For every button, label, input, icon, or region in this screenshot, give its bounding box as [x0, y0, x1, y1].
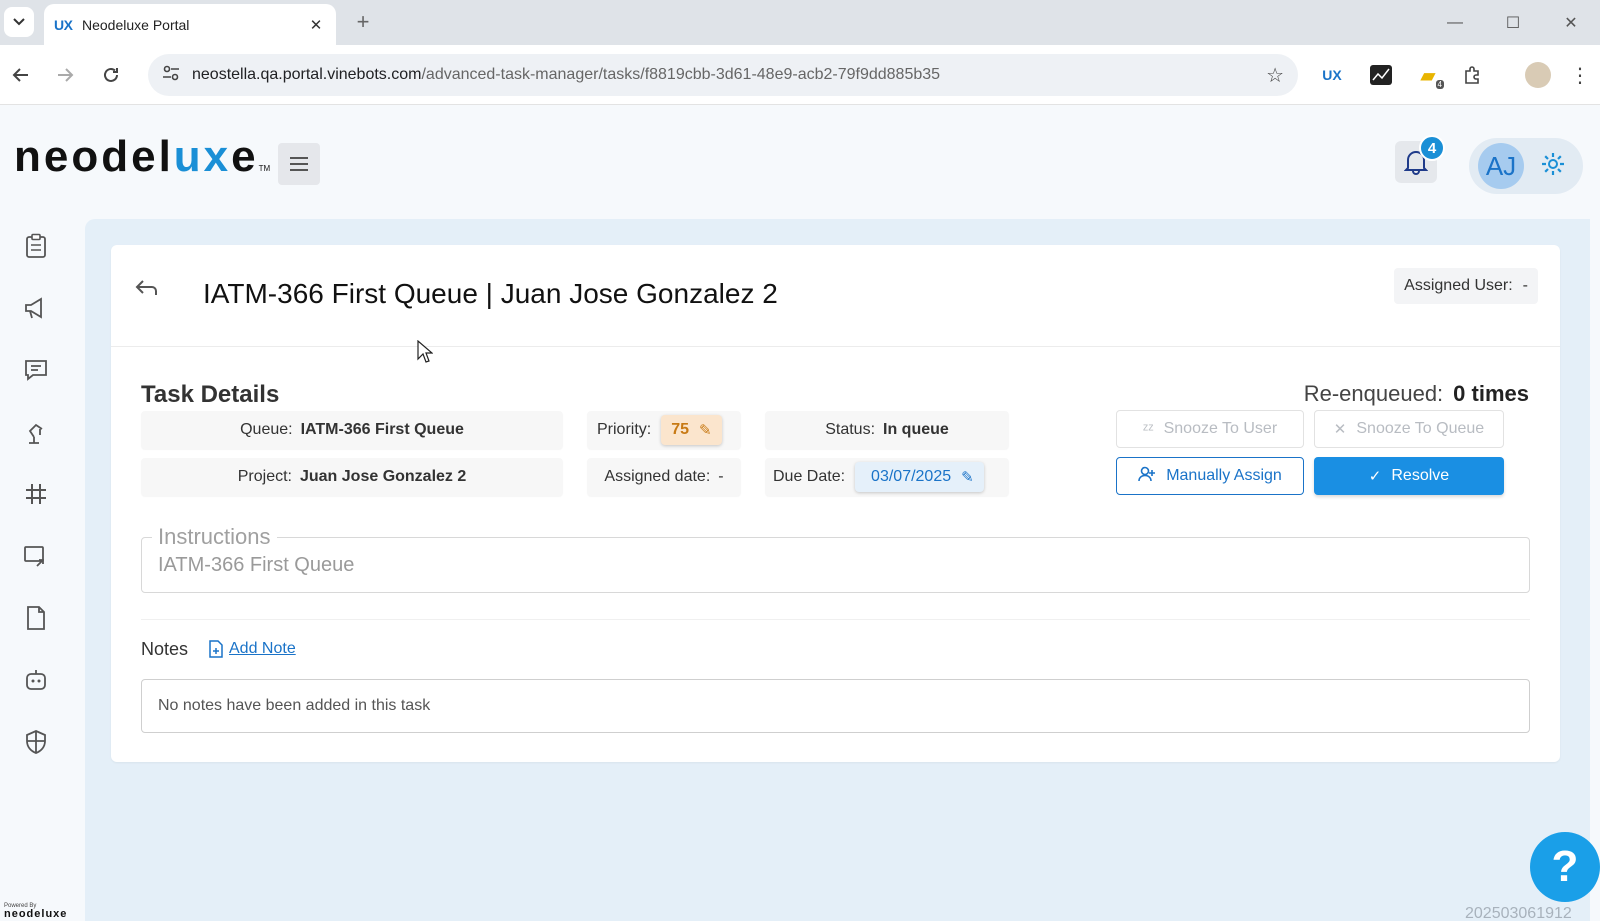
- manually-assign-button[interactable]: Manually Assign: [1116, 457, 1304, 495]
- robot-arm-icon: [28, 423, 43, 444]
- due-date-field: Due Date: 03/07/2025 ✎: [765, 458, 1009, 496]
- maximize-button[interactable]: ☐: [1484, 0, 1542, 45]
- ux-extension-icon[interactable]: UX: [1316, 59, 1348, 91]
- page-title: IATM-366 First Queue | Juan Jose Gonzale…: [203, 278, 778, 309]
- bot-face-icon: [26, 670, 46, 690]
- tab-list-dropdown[interactable]: [4, 7, 34, 37]
- forward-button[interactable]: [50, 60, 80, 90]
- add-user-icon: [1138, 466, 1156, 486]
- due-date-chip[interactable]: 03/07/2025 ✎: [855, 462, 984, 492]
- notification-count-badge: 4: [1419, 135, 1445, 161]
- sidebar-item-security[interactable]: [20, 726, 52, 758]
- shield-icon: [26, 730, 46, 754]
- chevron-down-icon: [13, 18, 25, 26]
- sidebar-item-bots[interactable]: [20, 664, 52, 696]
- puzzle-icon[interactable]: [1457, 59, 1489, 91]
- hamburger-icon: [290, 157, 308, 171]
- bookmark-star-icon[interactable]: ☆: [1266, 63, 1284, 88]
- resolve-button[interactable]: ✓ Resolve: [1314, 457, 1504, 495]
- instructions-label: Instructions: [152, 524, 277, 550]
- address-bar-row: neostella.qa.portal.vinebots.com/advance…: [0, 45, 1600, 105]
- status-field: Status: In queue: [765, 411, 1009, 449]
- back-arrow-icon[interactable]: [134, 279, 162, 307]
- document-icon: [27, 606, 45, 630]
- arrow-right-icon: [58, 68, 74, 82]
- assigned-date-field: Assigned date: -: [587, 458, 741, 496]
- close-tab-icon[interactable]: ✕: [306, 16, 326, 34]
- close-icon: ✕: [1333, 421, 1347, 438]
- browser-tab-bar: UX Neodeluxe Portal ✕ + — ☐ ✕: [0, 0, 1600, 45]
- megaphone-icon: [25, 297, 42, 319]
- task-header: IATM-366 First Queue | Juan Jose Gonzale…: [111, 245, 1560, 347]
- add-file-icon: [209, 640, 223, 658]
- mouse-cursor-icon: [417, 340, 433, 363]
- url-bar[interactable]: neostella.qa.portal.vinebots.com/advance…: [148, 54, 1298, 96]
- notes-list: No notes have been added in this task: [141, 679, 1530, 733]
- reenqueued-count: Re-enqueued: 0 times: [1303, 381, 1529, 406]
- hamburger-menu-button[interactable]: [278, 143, 320, 185]
- snooze-icon: ᶻᶻ: [1142, 420, 1154, 438]
- gear-icon[interactable]: [1537, 148, 1569, 180]
- add-note-link[interactable]: Add Note: [209, 640, 296, 658]
- neodeluxe-logo: neodeluxeTM: [14, 132, 271, 181]
- window-controls: — ☐ ✕: [1426, 0, 1600, 45]
- minimize-button[interactable]: —: [1426, 0, 1484, 45]
- edit-due-date-icon[interactable]: ✎: [961, 468, 974, 486]
- edit-priority-icon[interactable]: ✎: [699, 421, 712, 439]
- grid-icon: [26, 484, 46, 504]
- sidebar-item-documents[interactable]: [20, 602, 52, 634]
- sidebar-item-automation[interactable]: [20, 416, 52, 448]
- instructions-field: Instructions IATM-366 First Queue: [141, 524, 1530, 593]
- assigned-user-badge: Assigned User: -: [1394, 268, 1538, 304]
- graph-extension-icon[interactable]: [1370, 65, 1392, 85]
- task-card: IATM-366 First Queue | Juan Jose Gonzale…: [111, 245, 1560, 762]
- profile-icon[interactable]: [1525, 62, 1551, 88]
- new-tab-button[interactable]: +: [350, 10, 376, 36]
- reload-button[interactable]: [96, 60, 126, 90]
- notes-title: Notes: [141, 639, 189, 659]
- divider: [141, 619, 1530, 620]
- check-icon: ✓: [1368, 468, 1382, 485]
- sidebar-item-campaigns[interactable]: [20, 292, 52, 324]
- close-window-button[interactable]: ✕: [1542, 0, 1600, 45]
- clipboard-icon: [26, 233, 46, 258]
- url-text: neostella.qa.portal.vinebots.com/advance…: [192, 66, 941, 83]
- help-button[interactable]: ?: [1530, 832, 1600, 902]
- arrow-left-icon: [12, 68, 28, 82]
- browser-tab[interactable]: UX Neodeluxe Portal ✕: [44, 4, 336, 45]
- snooze-to-queue-button[interactable]: ✕ Snooze To Queue: [1314, 410, 1504, 448]
- tab-title: Neodeluxe Portal: [82, 16, 190, 33]
- folder-extension-icon[interactable]: ▰ 4: [1412, 59, 1444, 91]
- chat-icon: [25, 360, 47, 381]
- instructions-value: IATM-366 First Queue: [158, 554, 355, 576]
- snooze-to-user-button[interactable]: ᶻᶻ Snooze To User: [1116, 410, 1304, 448]
- task-details-title: Task Details: [141, 381, 280, 408]
- priority-chip[interactable]: 75 ✎: [661, 415, 722, 445]
- screen-share-icon: [24, 546, 44, 567]
- favicon-icon: UX: [54, 16, 73, 33]
- queue-field: Queue: IATM-366 First Queue: [141, 411, 563, 449]
- back-button[interactable]: [6, 60, 36, 90]
- version-label: 202503061912: [1465, 905, 1572, 921]
- powered-by: Powered By neodeluxe: [4, 903, 68, 920]
- avatar[interactable]: AJ: [1478, 143, 1524, 189]
- sidebar-item-grid[interactable]: [20, 478, 52, 510]
- sidebar: [0, 220, 84, 920]
- sidebar-item-screen-share[interactable]: [20, 540, 52, 572]
- project-field: Project: Juan Jose Gonzalez 2: [141, 458, 563, 496]
- priority-field: Priority: 75 ✎: [587, 411, 741, 449]
- reload-icon: [104, 67, 118, 82]
- more-menu-icon[interactable]: ⋮: [1568, 59, 1592, 91]
- site-settings-icon[interactable]: [162, 65, 192, 85]
- sidebar-item-tasks[interactable]: [20, 230, 52, 262]
- sidebar-item-messages[interactable]: [20, 354, 52, 386]
